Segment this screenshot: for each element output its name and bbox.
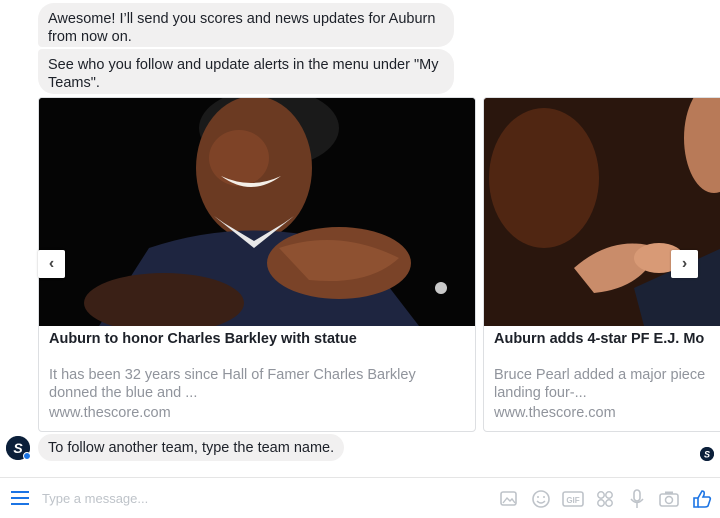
bot-message-bubble: See who you follow and update alerts in …: [38, 49, 454, 94]
message-text: Awesome! I’ll send you scores and news u…: [48, 11, 436, 45]
online-status-dot: [23, 452, 31, 460]
bot-message-bubble: To follow another team, type the team na…: [38, 434, 345, 461]
news-card-title[interactable]: Auburn to honor Charles Barkley with sta…: [49, 331, 467, 347]
camera-icon[interactable]: [658, 488, 680, 510]
sticker-icon[interactable]: [594, 488, 616, 510]
news-card-description: Bruce Pearl added a major piece landing …: [494, 367, 706, 401]
news-card-description: It has been 32 years since Hall of Famer…: [49, 367, 416, 401]
news-carousel: Auburn to honor Charles Barkley with sta…: [0, 97, 720, 433]
image-icon[interactable]: [498, 488, 520, 510]
svg-text:S: S: [13, 440, 23, 456]
message-text: See who you follow and update alerts in …: [48, 57, 439, 91]
svg-text:GIF: GIF: [566, 496, 579, 505]
news-card-image[interactable]: [484, 98, 720, 326]
gif-icon[interactable]: GIF: [562, 488, 584, 510]
news-card-source: www.thescore.com: [49, 405, 171, 421]
chevron-right-icon: ›: [681, 255, 688, 272]
thumbs-up-icon[interactable]: [691, 488, 713, 510]
emoji-icon[interactable]: [530, 488, 552, 510]
menu-icon[interactable]: [11, 490, 29, 506]
message-input[interactable]: [42, 488, 342, 508]
message-composer: GIF: [0, 477, 720, 518]
message-text: To follow another team, type the team na…: [48, 440, 335, 456]
charles-barkley-photo: [39, 98, 475, 326]
carousel-next-button[interactable]: ›: [671, 250, 698, 278]
svg-text:S: S: [704, 450, 710, 460]
news-card-source: www.thescore.com: [494, 405, 616, 421]
news-card[interactable]: Auburn to honor Charles Barkley with sta…: [38, 97, 476, 432]
news-card-title[interactable]: Auburn adds 4-star PF E.J. Mo: [494, 331, 720, 347]
news-card-image[interactable]: [39, 98, 475, 326]
microphone-icon[interactable]: [626, 488, 648, 510]
thescore-logo-icon: S: [700, 447, 714, 461]
bruce-pearl-photo: [484, 98, 720, 326]
bot-message-bubble: Awesome! I’ll send you scores and news u…: [38, 3, 454, 47]
read-receipt-avatar: S: [700, 447, 714, 461]
carousel-prev-button[interactable]: ‹: [38, 250, 65, 278]
chevron-left-icon: ‹: [48, 255, 55, 272]
